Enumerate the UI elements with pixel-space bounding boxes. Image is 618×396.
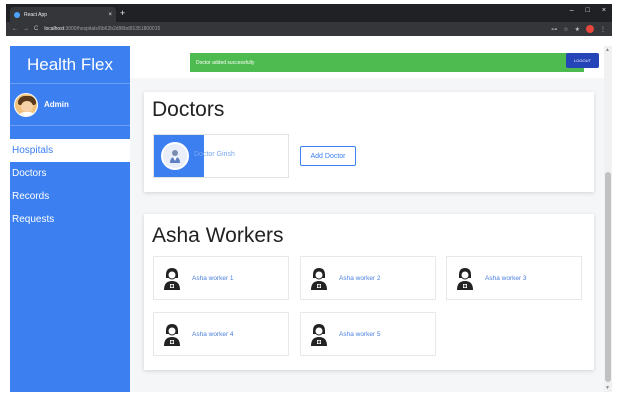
asha-worker-card[interactable]: Asha worker 4 bbox=[153, 312, 289, 356]
asha-worker-card[interactable]: Asha worker 3 bbox=[446, 256, 582, 300]
sidebar-item-requests[interactable]: Requests bbox=[10, 208, 130, 231]
browser-tab-strip: React App × + – □ × bbox=[6, 4, 612, 22]
user-name: Admin bbox=[44, 100, 69, 109]
nav-buttons: ← → C bbox=[12, 26, 38, 32]
nurse-icon bbox=[455, 267, 475, 296]
key-icon[interactable]: ⊶ bbox=[551, 26, 557, 33]
nurse-icon bbox=[162, 323, 182, 352]
add-doctor-button[interactable]: Add Doctor bbox=[300, 146, 356, 166]
tab-title: React App bbox=[24, 11, 48, 18]
doctor-card[interactable]: Doctor Girish bbox=[153, 134, 289, 178]
admin-avatar-icon bbox=[14, 92, 38, 117]
address-bar: ← → C localhost:3000/hospitals/6b62b2d96… bbox=[6, 22, 612, 36]
asha-worker-name: Asha worker 4 bbox=[192, 331, 234, 338]
asha-worker-name: Asha worker 2 bbox=[339, 275, 381, 282]
sidebar-item-records[interactable]: Records bbox=[10, 185, 130, 208]
url-field[interactable]: localhost:3000/hospitals/6b62b2d96bd9135… bbox=[44, 26, 551, 32]
sidebar: Health Flex Admin Hospitals Doctors Reco… bbox=[10, 46, 130, 392]
doctors-card: Doctors Doctor Girish Add Doctor bbox=[144, 92, 594, 192]
maximize-icon[interactable]: □ bbox=[586, 7, 590, 14]
nurse-icon bbox=[309, 323, 329, 352]
nurse-icon bbox=[309, 267, 329, 296]
close-window-icon[interactable]: × bbox=[602, 7, 606, 14]
sidebar-nav: Hospitals Doctors Records Requests bbox=[10, 139, 130, 231]
asha-worker-name: Asha worker 5 bbox=[339, 331, 381, 338]
scroll-down-icon[interactable]: ▼ bbox=[605, 385, 610, 391]
forward-icon[interactable]: → bbox=[23, 26, 29, 32]
success-toast: Doctor added successfully bbox=[190, 53, 584, 72]
scrollbar-thumb[interactable] bbox=[605, 172, 611, 382]
new-tab-button[interactable]: + bbox=[120, 7, 125, 19]
extension-icons: ⊶ ☆ ★ ⋮ bbox=[551, 25, 606, 33]
logout-button[interactable]: LOGOUT bbox=[566, 53, 599, 68]
nurse-icon bbox=[162, 267, 182, 296]
asha-worker-name: Asha worker 1 bbox=[192, 275, 234, 282]
sidebar-item-hospitals[interactable]: Hospitals bbox=[10, 139, 130, 162]
asha-worker-card[interactable]: Asha worker 5 bbox=[300, 312, 436, 356]
window-controls: – □ × bbox=[570, 7, 606, 14]
extensions-icon[interactable]: ★ bbox=[575, 26, 580, 33]
menu-kebab-icon[interactable]: ⋮ bbox=[600, 26, 606, 33]
main-content: Doctor added successfully LOGOUT Doctors… bbox=[130, 46, 604, 392]
asha-worker-card[interactable]: Asha worker 2 bbox=[300, 256, 436, 300]
reload-icon[interactable]: C bbox=[34, 26, 38, 32]
asha-worker-name: Asha worker 3 bbox=[485, 275, 527, 282]
profile-avatar-icon[interactable] bbox=[586, 25, 594, 33]
back-icon[interactable]: ← bbox=[12, 26, 18, 32]
asha-workers-title: Asha Workers bbox=[152, 224, 284, 247]
brand-title: Health Flex bbox=[10, 46, 130, 84]
react-favicon-icon bbox=[14, 11, 20, 18]
doctor-avatar-icon bbox=[161, 142, 189, 170]
sidebar-item-doctors[interactable]: Doctors bbox=[10, 162, 130, 185]
url-host: localhost bbox=[44, 26, 65, 32]
page-scrollbar[interactable]: ▲ ▼ bbox=[604, 46, 612, 392]
user-panel: Admin bbox=[10, 84, 130, 126]
browser-tab[interactable]: React App × bbox=[10, 7, 116, 22]
asha-workers-card: Asha Workers Asha worker 1 Asha worker 2… bbox=[144, 214, 594, 370]
tab-close-icon[interactable]: × bbox=[108, 12, 112, 18]
scroll-up-icon[interactable]: ▲ bbox=[605, 47, 610, 53]
asha-worker-card[interactable]: Asha worker 1 bbox=[153, 256, 289, 300]
url-path: :3000/hospitals/6b62b2d96bd91351800015 bbox=[64, 26, 161, 32]
bookmark-star-icon[interactable]: ☆ bbox=[563, 26, 568, 33]
doctors-title: Doctors bbox=[152, 98, 225, 121]
minimize-icon[interactable]: – bbox=[570, 7, 574, 14]
top-bar: Doctor added successfully LOGOUT bbox=[130, 46, 604, 78]
doctor-name: Doctor Girish bbox=[194, 151, 235, 158]
